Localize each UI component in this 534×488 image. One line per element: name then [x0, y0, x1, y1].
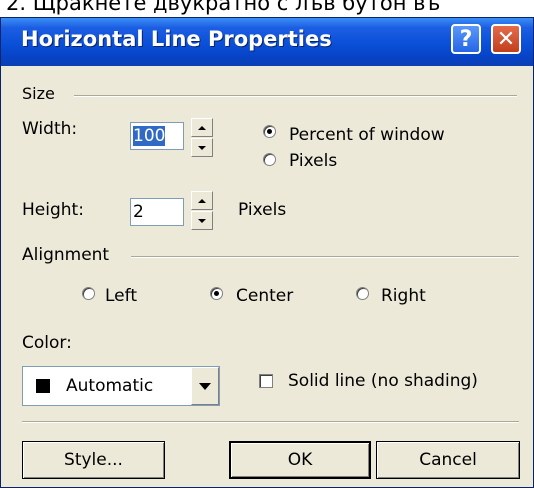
- height-spin-down-button[interactable]: [191, 211, 213, 230]
- help-button[interactable]: ?: [451, 24, 481, 54]
- height-label: Height:: [22, 200, 84, 220]
- width-label: Width:: [22, 119, 78, 139]
- horizontal-line-properties-dialog: Horizontal Line Properties ? ✕ Size Widt…: [0, 17, 534, 488]
- color-value: Automatic: [66, 376, 154, 396]
- cancel-button-label: Cancel: [419, 450, 477, 470]
- title-bar[interactable]: Horizontal Line Properties ? ✕: [1, 18, 533, 66]
- cancel-button[interactable]: Cancel: [376, 441, 520, 479]
- arrow-up-icon: [198, 198, 206, 203]
- alignment-group-divider: [131, 256, 519, 258]
- dialog-title: Horizontal Line Properties: [21, 27, 332, 51]
- height-spin-up-button[interactable]: [191, 191, 213, 210]
- height-value: 2: [133, 202, 144, 222]
- align-center-label[interactable]: Center: [236, 286, 293, 306]
- chevron-down-icon: [199, 382, 211, 390]
- color-swatch: [36, 379, 50, 393]
- solid-line-label[interactable]: Solid line (no shading): [288, 371, 478, 391]
- height-units-label: Pixels: [238, 200, 287, 220]
- width-value: 100: [133, 126, 166, 146]
- size-group-label: Size: [22, 84, 55, 103]
- arrow-up-icon: [198, 125, 206, 130]
- color-dropdown-button[interactable]: [191, 367, 219, 405]
- radio-align-left[interactable]: [82, 287, 95, 300]
- color-dropdown[interactable]: Automatic: [22, 366, 220, 406]
- alignment-group-label: Alignment: [22, 245, 110, 265]
- size-group-divider: [74, 95, 517, 97]
- ok-button[interactable]: OK: [229, 441, 371, 479]
- pixels-radio-label[interactable]: Pixels: [289, 151, 337, 171]
- help-icon: ?: [459, 26, 473, 52]
- style-button[interactable]: Style...: [22, 441, 165, 479]
- bottom-divider: [22, 421, 519, 423]
- radio-align-center[interactable]: [210, 287, 223, 300]
- close-icon: ✕: [496, 26, 516, 52]
- ok-button-label: OK: [287, 450, 313, 470]
- align-left-label[interactable]: Left: [105, 286, 137, 306]
- color-label: Color:: [22, 333, 72, 353]
- width-spinner[interactable]: [191, 118, 215, 158]
- align-right-label[interactable]: Right: [381, 286, 426, 306]
- radio-percent-of-window[interactable]: [263, 125, 276, 138]
- percent-of-window-label[interactable]: Percent of window: [289, 125, 445, 145]
- width-input[interactable]: 100: [130, 122, 184, 150]
- height-input[interactable]: 2: [130, 198, 184, 226]
- solid-line-checkbox[interactable]: [259, 374, 273, 388]
- radio-pixels[interactable]: [263, 153, 276, 166]
- close-button[interactable]: ✕: [491, 24, 521, 54]
- background-caption: 2. Щракнете двукратно с лъв бутон въ: [6, 0, 441, 15]
- style-button-label: Style...: [64, 450, 123, 470]
- width-spin-up-button[interactable]: [191, 118, 213, 137]
- height-spinner[interactable]: [191, 191, 215, 231]
- arrow-down-icon: [198, 218, 206, 223]
- radio-align-right[interactable]: [356, 287, 369, 300]
- arrow-down-icon: [198, 145, 206, 150]
- width-spin-down-button[interactable]: [191, 138, 213, 157]
